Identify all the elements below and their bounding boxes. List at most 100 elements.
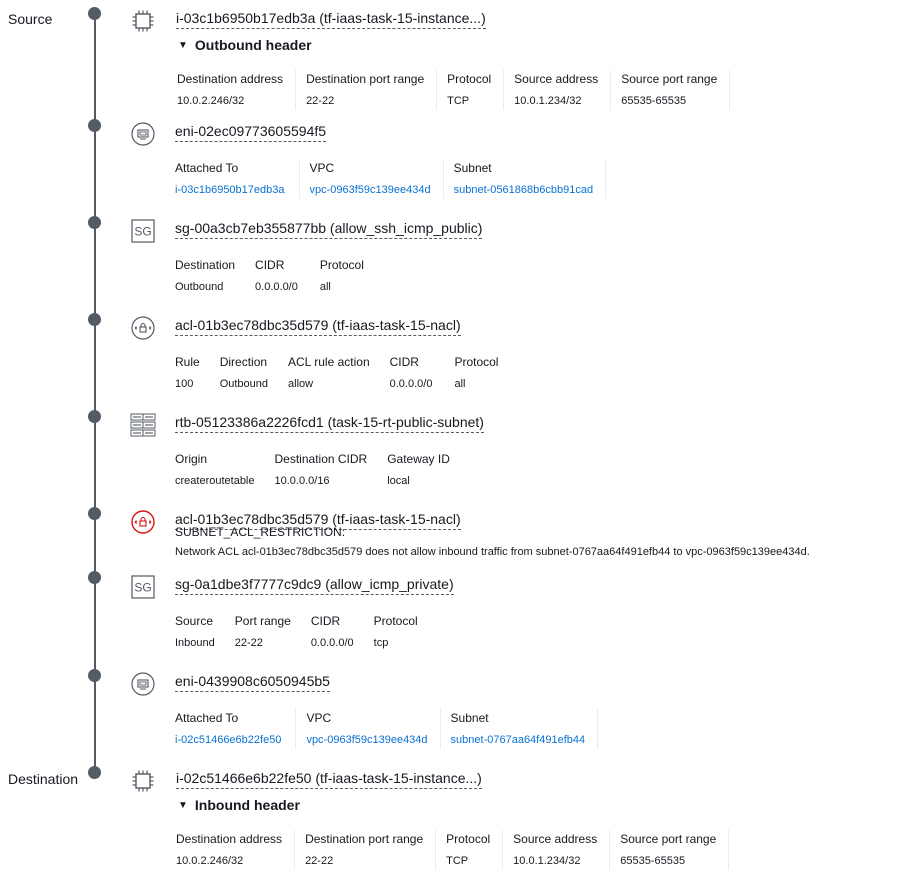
resource-link[interactable]: rtb-05123386a2226fcd1 (task-15-rt-public… xyxy=(175,414,484,433)
detail-key: ACL rule action xyxy=(288,355,370,369)
caret-down-icon: ▼ xyxy=(178,799,188,811)
timeline-dot xyxy=(88,216,101,229)
detail-key: Destination CIDR xyxy=(274,452,368,466)
vpc-link[interactable]: vpc-0963f59c139ee434d xyxy=(306,731,427,749)
timeline-dot xyxy=(88,313,101,326)
resource-link[interactable]: eni-02ec09773605594f5 xyxy=(175,123,327,142)
header-details: Destination address 10.0.2.246/32 Destina… xyxy=(177,70,740,110)
detail-key: VPC xyxy=(309,161,335,175)
detail-value: 10.0.2.246/32 xyxy=(176,855,244,867)
timeline-dot xyxy=(88,7,101,20)
detail-value: 65535-65535 xyxy=(620,855,686,867)
network-acl-blocked-icon xyxy=(130,509,156,535)
detail-key: Destination xyxy=(175,258,236,272)
detail-value: 10.0.2.246/32 xyxy=(177,95,245,107)
route-table-icon xyxy=(130,412,156,438)
detail-value: 22-22 xyxy=(234,637,263,649)
timeline-dot xyxy=(88,507,101,520)
detail-value: Outbound xyxy=(175,281,224,293)
restriction-message: Network ACL acl-01b3ec78dbc35d579 does n… xyxy=(175,546,810,558)
detail-value: TCP xyxy=(447,95,470,107)
resource-link[interactable]: sg-0a1dbe3f7777c9dc9 (allow_icmp_private… xyxy=(175,576,454,595)
detail-key: Protocol xyxy=(454,355,499,369)
header-title: Outbound header xyxy=(194,37,312,53)
route-details: Origin createroutetable Destination CIDR 1… xyxy=(175,450,462,490)
detail-value: allow xyxy=(288,378,314,390)
detail-key: CIDR xyxy=(310,614,341,628)
detail-key: Source port range xyxy=(620,832,717,846)
security-group-icon: SG xyxy=(130,218,156,244)
subnet-link[interactable]: subnet-0561868b6cbb91cad xyxy=(454,181,593,199)
detail-key: Protocol xyxy=(447,72,492,86)
detail-key: Destination port range xyxy=(305,832,424,846)
detail-value: 65535-65535 xyxy=(621,95,687,107)
ec2-instance-icon xyxy=(130,8,156,34)
detail-key: Protocol xyxy=(373,614,418,628)
detail-key: Attached To xyxy=(175,161,239,175)
detail-key: Origin xyxy=(175,452,208,466)
detail-key: Destination port range xyxy=(306,72,425,86)
detail-value: TCP xyxy=(446,855,469,867)
header-details: Destination address 10.0.2.246/32 Destina… xyxy=(176,830,739,870)
header-title: Inbound header xyxy=(194,797,300,813)
detail-key: Subnet xyxy=(453,161,492,175)
destination-label: Destination xyxy=(8,771,79,787)
outbound-header-toggle[interactable]: ▼ Outbound header xyxy=(178,37,312,53)
eni-details: Attached To i-02c51466e6b22fe50 VPC vpc-09… xyxy=(175,709,608,749)
svg-text:SG: SG xyxy=(134,225,151,239)
detail-key: Gateway ID xyxy=(387,452,450,466)
vpc-link[interactable]: vpc-0963f59c139ee434d xyxy=(310,181,431,199)
detail-key: CIDR xyxy=(389,355,419,369)
network-acl-icon xyxy=(130,315,156,341)
sg-details: Destination Outbound CIDR 0.0.0.0/0 Protoc… xyxy=(175,256,376,296)
detail-value: all xyxy=(454,378,466,390)
detail-key: VPC xyxy=(306,711,332,725)
eni-details: Attached To i-03c1b6950b17edb3a VPC vpc-09… xyxy=(175,159,616,199)
timeline-dot xyxy=(88,669,101,682)
timeline-dot xyxy=(88,571,101,584)
detail-value: local xyxy=(387,475,410,487)
detail-value: 22-22 xyxy=(305,855,334,867)
detail-key: Source address xyxy=(513,832,598,846)
detail-value: Inbound xyxy=(175,637,215,649)
detail-key: Port range xyxy=(234,614,291,628)
detail-value: all xyxy=(319,281,331,293)
detail-key: Source address xyxy=(514,72,599,86)
network-interface-icon xyxy=(130,121,156,147)
detail-key: Destination address xyxy=(176,832,283,846)
detail-value: 10.0.0.0/16 xyxy=(274,475,330,487)
subnet-link[interactable]: subnet-0767aa64f491efb44 xyxy=(451,731,586,749)
detail-value: Outbound xyxy=(219,378,269,390)
detail-key: Source xyxy=(175,614,214,628)
detail-value: 22-22 xyxy=(306,95,335,107)
sg-details: Source Inbound Port range 22-22 CIDR 0.0.0.… xyxy=(175,612,430,652)
instance-link[interactable]: i-03c1b6950b17edb3a xyxy=(175,181,285,199)
detail-value: 100 xyxy=(175,378,194,390)
resource-link[interactable]: i-03c1b6950b17edb3a (tf-iaas-task-15-ins… xyxy=(176,10,486,29)
detail-key: Protocol xyxy=(319,258,364,272)
detail-key: CIDR xyxy=(255,258,285,272)
timeline-dot xyxy=(88,766,101,779)
svg-text:SG: SG xyxy=(134,581,151,595)
caret-down-icon: ▼ xyxy=(178,39,188,51)
inbound-header-toggle[interactable]: ▼ Inbound header xyxy=(178,797,300,813)
resource-link[interactable]: i-02c51466e6b22fe50 (tf-iaas-task-15-ins… xyxy=(176,770,482,789)
resource-link[interactable]: sg-00a3cb7eb355877bb (allow_ssh_icmp_pub… xyxy=(175,220,483,239)
detail-key: Source port range xyxy=(621,72,718,86)
timeline-dot xyxy=(88,119,101,132)
detail-value: tcp xyxy=(373,637,389,649)
instance-link[interactable]: i-02c51466e6b22fe50 xyxy=(175,731,281,749)
acl-details: Rule 100 Direction Outbound ACL rule actio… xyxy=(175,353,510,393)
detail-value: 0.0.0.0/0 xyxy=(255,281,298,293)
resource-link[interactable]: acl-01b3ec78dbc35d579 (tf-iaas-task-15-n… xyxy=(175,317,461,336)
detail-value: createroutetable xyxy=(175,475,255,487)
security-group-icon: SG xyxy=(130,574,156,600)
detail-key: Rule xyxy=(175,355,200,369)
network-interface-icon xyxy=(130,671,156,697)
restriction-code: SUBNET_ACL_RESTRICTION: xyxy=(175,525,346,539)
resource-link[interactable]: eni-0439908c6050945b5 xyxy=(175,673,330,692)
detail-value: 10.0.1.234/32 xyxy=(514,95,582,107)
detail-value: 10.0.1.234/32 xyxy=(513,855,581,867)
detail-value: 0.0.0.0/0 xyxy=(389,378,433,390)
detail-key: Subnet xyxy=(450,711,489,725)
